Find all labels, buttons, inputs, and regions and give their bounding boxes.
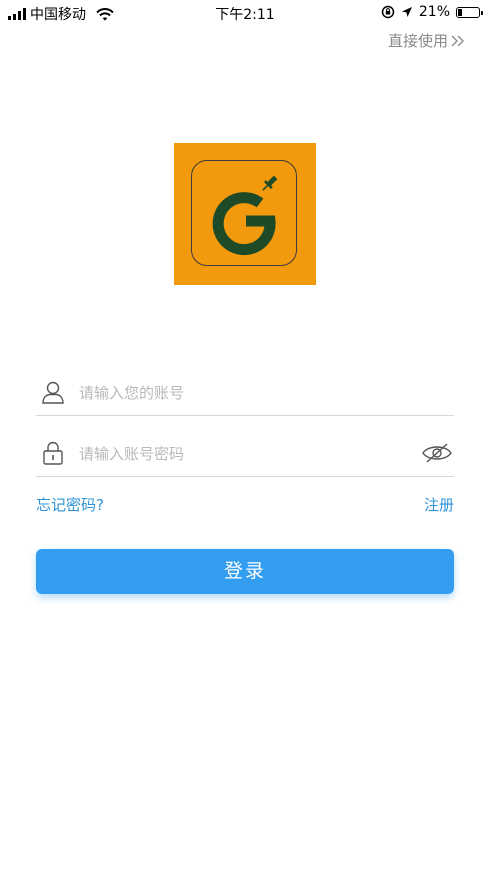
battery-icon — [456, 6, 483, 18]
lock-icon — [43, 441, 63, 465]
status-right: 21% — [381, 4, 483, 20]
password-input[interactable] — [79, 440, 399, 468]
login-button[interactable]: 登录 — [36, 549, 454, 594]
eye-hidden-icon[interactable] — [422, 442, 452, 464]
app-logo — [174, 143, 316, 285]
username-input[interactable] — [79, 379, 399, 407]
double-chevron-right-icon — [451, 35, 464, 46]
forgot-password-link[interactable]: 忘记密码? — [36, 494, 104, 515]
rotation-lock-icon — [381, 5, 395, 19]
password-field — [36, 430, 454, 477]
skip-label: 直接使用 — [387, 32, 448, 50]
battery-percent: 21% — [418, 4, 450, 20]
user-icon — [42, 381, 64, 404]
skip-button[interactable]: 直接使用 — [388, 30, 466, 51]
logo-g-mark-icon — [212, 175, 278, 256]
status-bar: 中国移动 下午2:11 21% — [0, 0, 490, 26]
register-link[interactable]: 注册 — [424, 494, 454, 515]
location-arrow-icon — [401, 7, 412, 17]
username-field — [36, 369, 454, 416]
